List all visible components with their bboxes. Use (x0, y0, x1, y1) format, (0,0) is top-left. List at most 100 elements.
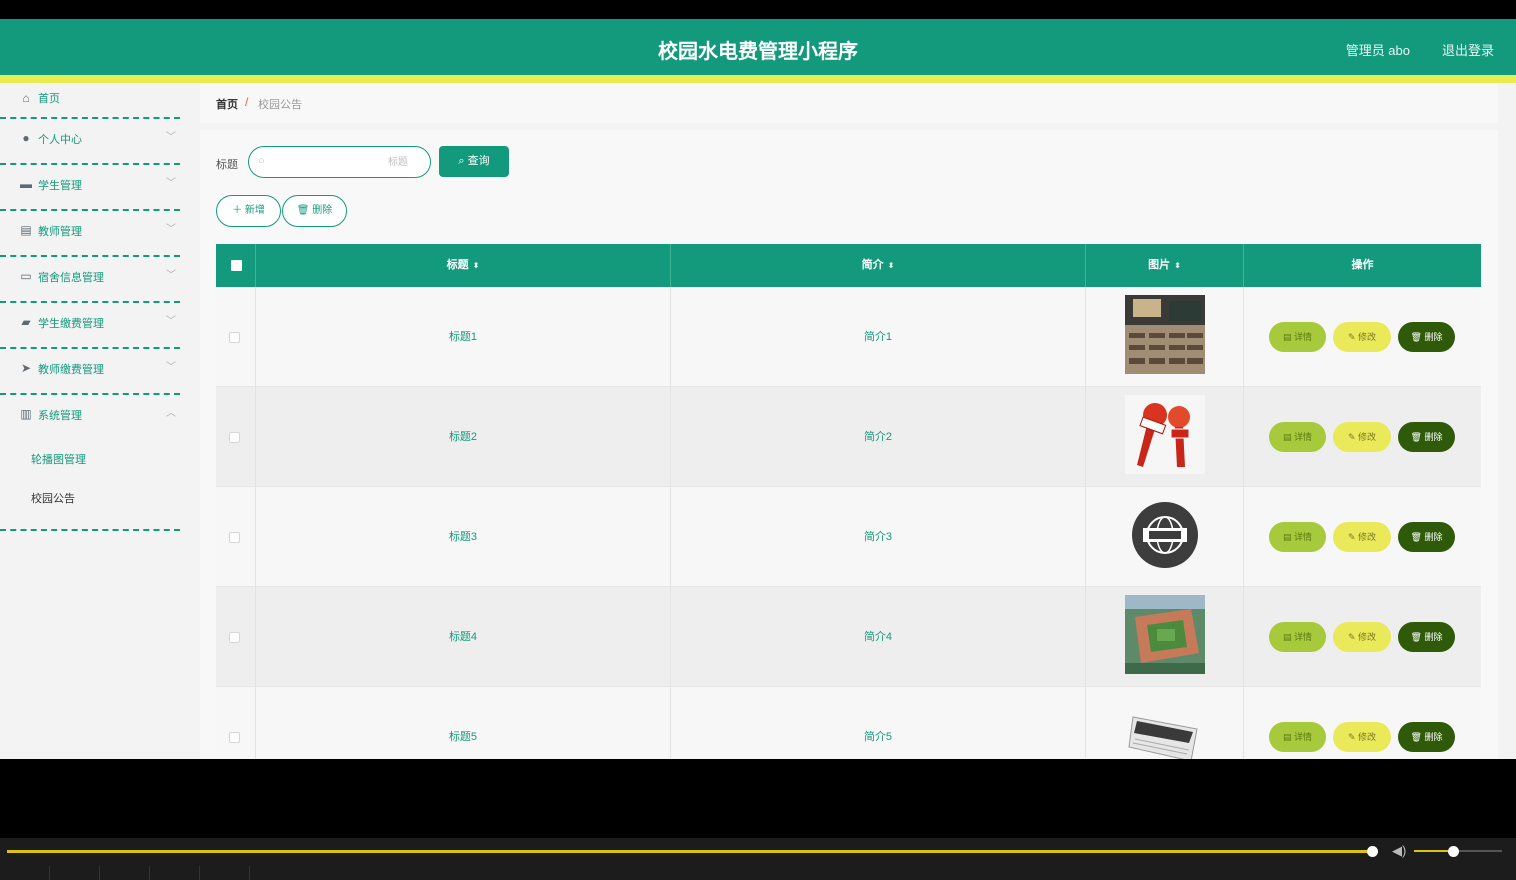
detail-button-label: 详情 (1294, 732, 1313, 742)
news-globe-thumbnail[interactable] (1125, 495, 1205, 574)
submenu-item-announcements[interactable]: 校园公告 (0, 480, 180, 519)
video-player-bar: ◀) (0, 838, 1516, 880)
row-checkbox[interactable] (229, 332, 240, 343)
edit-button[interactable]: ✎ 修改 (1333, 322, 1391, 352)
query-button-label: 查询 (467, 155, 490, 167)
breadcrumb-current: 校园公告 (258, 99, 302, 111)
header-actions-label: 操作 (1351, 259, 1374, 271)
send-icon: ➤ (20, 361, 32, 375)
row-checkbox[interactable] (229, 732, 240, 743)
volume-icon[interactable]: ◀) (1392, 843, 1406, 859)
playback-progress[interactable] (7, 850, 1373, 853)
detail-icon: ▤ (1282, 732, 1294, 742)
row-actions: ▤ 详情 ✎ 修改 🗑 删除 (1244, 587, 1481, 687)
header-image[interactable]: 图片 ⬍ (1086, 244, 1244, 287)
chevron-down-icon: ﹀ (166, 178, 176, 189)
chevron-down-icon: ﹀ (166, 316, 176, 327)
header-intro-label: 简介 (861, 259, 884, 271)
sidebar-item-label: 教师管理 (38, 226, 82, 238)
sidebar: ⌂ 首页 ● 个人中心 ﹀ ▬ 学生管理 ﹀ ▤ 教师管理 ﹀ ▭ 宿舍信息管理… (0, 83, 182, 759)
batch-delete-button[interactable]: 🗑 删除 (282, 195, 347, 227)
player-footer-slot (50, 866, 100, 880)
add-button[interactable]: ＋ 新增 (216, 195, 281, 227)
classroom-thumbnail[interactable] (1125, 295, 1205, 374)
edit-button[interactable]: ✎ 修改 (1333, 522, 1391, 552)
row-checkbox[interactable] (229, 432, 240, 443)
delete-button-label: 删除 (1424, 332, 1443, 342)
edit-button[interactable]: ✎ 修改 (1333, 622, 1391, 652)
main-content: 标题 ○ ⌕ 查询 ＋ 新增 🗑 删除 标题⬍ 简介⬍ 图片⬍ 操作 标题1 (200, 130, 1498, 759)
row-intro: 简介5 (671, 687, 1086, 759)
header-title[interactable]: 标题 ⬍ (256, 244, 671, 287)
detail-button[interactable]: ▤ 详情 (1269, 322, 1326, 352)
sidebar-item-dorms[interactable]: ▭ 宿舍信息管理 ﹀ (0, 257, 180, 303)
microphones-thumbnail[interactable] (1125, 395, 1205, 474)
search-field[interactable]: ○ (248, 146, 431, 178)
row-intro: 简介3 (671, 487, 1086, 587)
newspaper-thumbnail[interactable] (1125, 695, 1205, 759)
delete-button-label: 删除 (1424, 432, 1443, 442)
sidebar-item-system[interactable]: ▥ 系统管理 ︿ (0, 395, 180, 441)
playback-progress-knob[interactable] (1367, 846, 1378, 857)
edit-button[interactable]: ✎ 修改 (1333, 722, 1391, 752)
sidebar-item-home[interactable]: ⌂ 首页 (0, 83, 180, 119)
row-actions: ▤ 详情 ✎ 修改 🗑 删除 (1244, 687, 1481, 759)
breadcrumb: 首页 / 校园公告 (200, 83, 1498, 123)
delete-button[interactable]: 🗑 删除 (1398, 322, 1455, 352)
row-image-cell (1086, 387, 1244, 487)
row-actions: ▤ 详情 ✎ 修改 🗑 删除 (1244, 287, 1481, 387)
row-image-cell (1086, 687, 1244, 759)
logout-button[interactable]: 退出登录 (1428, 40, 1508, 59)
trash-icon: 🗑 (1410, 732, 1425, 742)
delete-button[interactable]: 🗑 删除 (1398, 522, 1455, 552)
detail-button[interactable]: ▤ 详情 (1269, 522, 1326, 552)
select-all-checkbox[interactable] (231, 260, 242, 271)
delete-button[interactable]: 🗑 删除 (1398, 422, 1455, 452)
detail-icon: ▤ (1282, 332, 1294, 342)
edit-icon: ✎ (1347, 532, 1359, 542)
chevron-down-icon: ﹀ (166, 362, 176, 373)
chevron-down-icon: ﹀ (166, 132, 176, 143)
search-icon: ○ (258, 155, 265, 167)
detail-icon: ▤ (1282, 532, 1294, 542)
delete-button[interactable]: 🗑 删除 (1398, 722, 1455, 752)
sidebar-item-students[interactable]: ▬ 学生管理 ﹀ (0, 165, 180, 211)
row-intro: 简介1 (671, 287, 1086, 387)
row-image-cell (1086, 587, 1244, 687)
delete-button[interactable]: 🗑 删除 (1398, 622, 1455, 652)
submenu-item-carousel[interactable]: 轮播图管理 (0, 441, 180, 480)
detail-button[interactable]: ▤ 详情 (1269, 422, 1326, 452)
detail-button-label: 详情 (1294, 332, 1313, 342)
search-label: 标题 (216, 159, 238, 171)
row-title: 标题2 (256, 387, 671, 487)
row-checkbox[interactable] (229, 532, 240, 543)
volume-knob[interactable] (1448, 846, 1459, 857)
sidebar-item-teachers[interactable]: ▤ 教师管理 ﹀ (0, 211, 180, 257)
header-intro[interactable]: 简介 ⬍ (671, 244, 1086, 287)
detail-icon: ▤ (1282, 432, 1294, 442)
search-input[interactable] (273, 153, 408, 171)
detail-icon: ▤ (1282, 632, 1294, 642)
detail-button[interactable]: ▤ 详情 (1269, 722, 1326, 752)
row-intro: 简介4 (671, 587, 1086, 687)
row-intro: 简介2 (671, 387, 1086, 487)
app-title: 校园水电费管理小程序 (658, 41, 858, 63)
campus-aerial-thumbnail[interactable] (1125, 595, 1205, 674)
detail-button[interactable]: ▤ 详情 (1269, 622, 1326, 652)
delete-button-label: 删除 (1424, 532, 1443, 542)
sort-icon: ⬍ (887, 261, 895, 270)
edit-button[interactable]: ✎ 修改 (1333, 422, 1391, 452)
sidebar-item-label: 个人中心 (38, 134, 82, 146)
row-select-cell (216, 387, 256, 487)
header-actions: 操作 (1244, 244, 1481, 287)
detail-button-label: 详情 (1294, 532, 1313, 542)
sidebar-item-profile[interactable]: ● 个人中心 ﹀ (0, 119, 180, 165)
sidebar-item-teacher-fees[interactable]: ➤ 教师缴费管理 ﹀ (0, 349, 180, 395)
top-header: 校园水电费管理小程序 管理员 abo 退出登录 (0, 19, 1516, 75)
row-checkbox[interactable] (229, 632, 240, 643)
breadcrumb-home[interactable]: 首页 (216, 96, 238, 112)
sidebar-item-label: 学生缴费管理 (38, 318, 104, 330)
sidebar-item-student-fees[interactable]: ▰ 学生缴费管理 ﹀ (0, 303, 180, 349)
row-select-cell (216, 687, 256, 759)
query-button[interactable]: ⌕ 查询 (439, 146, 509, 177)
